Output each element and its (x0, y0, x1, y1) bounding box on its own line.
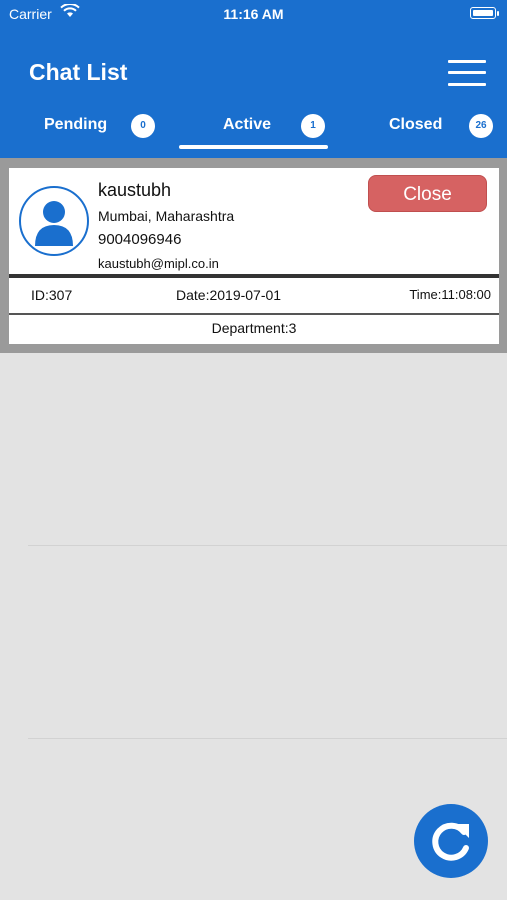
tab-active-count-badge: 1 (301, 114, 325, 138)
refresh-icon (432, 822, 469, 861)
hamburger-menu-icon[interactable] (448, 58, 486, 88)
chat-time: Time:11:08:00 (409, 287, 491, 302)
tab-active-label: Active (223, 116, 272, 133)
user-avatar-icon (19, 186, 89, 256)
tab-pending-label: Pending (44, 116, 108, 133)
tab-closed[interactable]: Closed 26 (389, 112, 495, 142)
chat-id: ID:307 (31, 287, 73, 303)
close-chat-button[interactable]: Close (368, 175, 487, 212)
chat-user-phone: 9004096946 (98, 231, 182, 248)
chat-user-email: kaustubh@mipl.co.in (98, 256, 219, 271)
tab-closed-label: Closed (389, 116, 443, 133)
chat-department: Department:3 (211, 320, 297, 336)
chat-list-item-wrapper: kaustubh Mumbai, Maharashtra 9004096946 … (0, 158, 507, 353)
card-divider-thin (9, 313, 499, 315)
status-time: 11:16 AM (223, 6, 284, 22)
status-bar: Carrier 11:16 AM (0, 0, 507, 28)
tab-pending[interactable]: Pending 0 (44, 112, 158, 142)
chat-meta-row: ID:307 Date:2019-07-01 Time:11:08:00 (9, 278, 499, 313)
chat-date: Date:2019-07-01 (176, 287, 282, 303)
chat-user-location: Mumbai, Maharashtra (98, 208, 235, 224)
app-header: Carrier 11:16 AM Chat List Pending 0 Act… (0, 0, 507, 158)
battery-icon (470, 7, 499, 19)
chat-user-name: kaustubh (98, 180, 172, 200)
tab-pending-count-badge: 0 (131, 114, 155, 138)
chat-list-item[interactable]: kaustubh Mumbai, Maharashtra 9004096946 … (9, 168, 499, 344)
refresh-button[interactable] (414, 804, 488, 878)
page-title: Chat List (29, 59, 128, 85)
tab-closed-count-badge: 26 (469, 114, 493, 138)
list-separator (28, 738, 507, 739)
active-tab-indicator (179, 145, 328, 149)
list-separator (28, 545, 507, 546)
tab-active[interactable]: Active 1 (223, 112, 327, 142)
